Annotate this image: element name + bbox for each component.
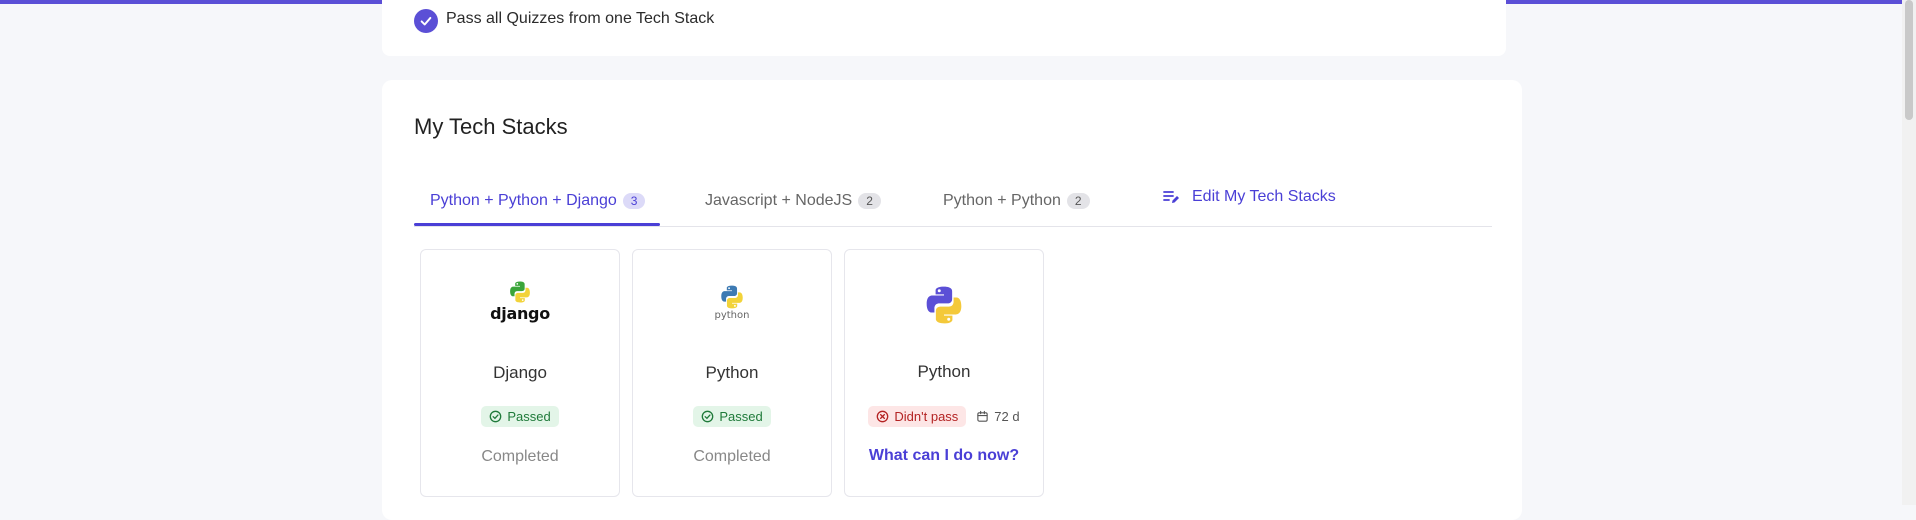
section-title: My Tech Stacks <box>414 114 568 139</box>
python-logo: python <box>633 284 831 321</box>
tab-count-badge: 2 <box>858 193 881 209</box>
status-row: Didn't pass 72 d <box>845 406 1043 427</box>
retry-countdown: 72 d <box>976 409 1020 424</box>
status-row: Passed <box>633 406 831 427</box>
completion-text: Completed <box>693 448 771 465</box>
scrollbar-thumb[interactable] <box>1905 0 1913 120</box>
status-row: Passed <box>421 406 619 427</box>
python-snake-icon <box>926 286 962 324</box>
stack-name: Python <box>705 363 759 382</box>
edit-link-label: Edit My Tech Stacks <box>1192 188 1336 205</box>
stack-card-python-failed[interactable]: Python Didn't pass 72 d What can I do no… <box>844 249 1044 497</box>
x-circle-icon <box>877 410 889 423</box>
check-icon <box>414 9 438 33</box>
python-snake-icon <box>510 281 530 303</box>
logo-wordmark: django <box>490 304 550 323</box>
python-logo <box>845 284 1043 326</box>
stack-name: Python <box>917 362 971 381</box>
status-label: Passed <box>719 409 763 424</box>
what-can-i-do-link[interactable]: What can I do now? <box>845 447 1043 465</box>
tech-stack-tabs: Python + Python + Django 3 Javascript + … <box>414 180 1492 227</box>
tab-label: Python + Python <box>943 192 1061 209</box>
tab-count-badge: 2 <box>1066 193 1090 209</box>
edit-list-icon <box>1163 191 1179 203</box>
stack-card-django[interactable]: django Django Passed Completed <box>420 249 620 497</box>
achievement-card: Pass all Quizzes from one Tech Stack <box>382 0 1506 56</box>
check-circle-icon <box>489 410 502 423</box>
status-label: Didn't pass <box>894 409 959 424</box>
stack-name: Django <box>493 363 547 382</box>
status-badge: Passed <box>693 406 771 427</box>
status-badge: Passed <box>481 406 559 427</box>
status-label: Passed <box>507 409 551 424</box>
page-scrollbar[interactable] <box>1902 0 1916 505</box>
django-logo: django <box>421 280 619 323</box>
completion-text: Completed <box>481 448 559 465</box>
tab-label: Python + Python + Django <box>430 192 617 209</box>
logo-wordmark: python <box>714 310 750 321</box>
achievement-text: Pass all Quizzes from one Tech Stack <box>446 10 715 27</box>
status-badge: Didn't pass <box>868 406 967 427</box>
stack-card-python[interactable]: python Python Passed Completed <box>632 249 832 497</box>
tab-python-python-django[interactable]: Python + Python + Django 3 <box>430 192 646 210</box>
check-circle-icon <box>701 410 714 423</box>
tab-count-badge: 3 <box>622 193 646 209</box>
active-tab-indicator <box>414 223 660 226</box>
tab-label: Javascript + NodeJS <box>705 192 853 209</box>
tab-javascript-nodejs[interactable]: Javascript + NodeJS 2 <box>705 192 881 210</box>
calendar-icon <box>977 410 988 422</box>
days-label: 72 d <box>994 409 1020 424</box>
tab-python-python[interactable]: Python + Python 2 <box>943 192 1090 210</box>
edit-tech-stacks-button[interactable]: Edit My Tech Stacks <box>1162 188 1336 206</box>
python-snake-icon <box>721 285 743 309</box>
